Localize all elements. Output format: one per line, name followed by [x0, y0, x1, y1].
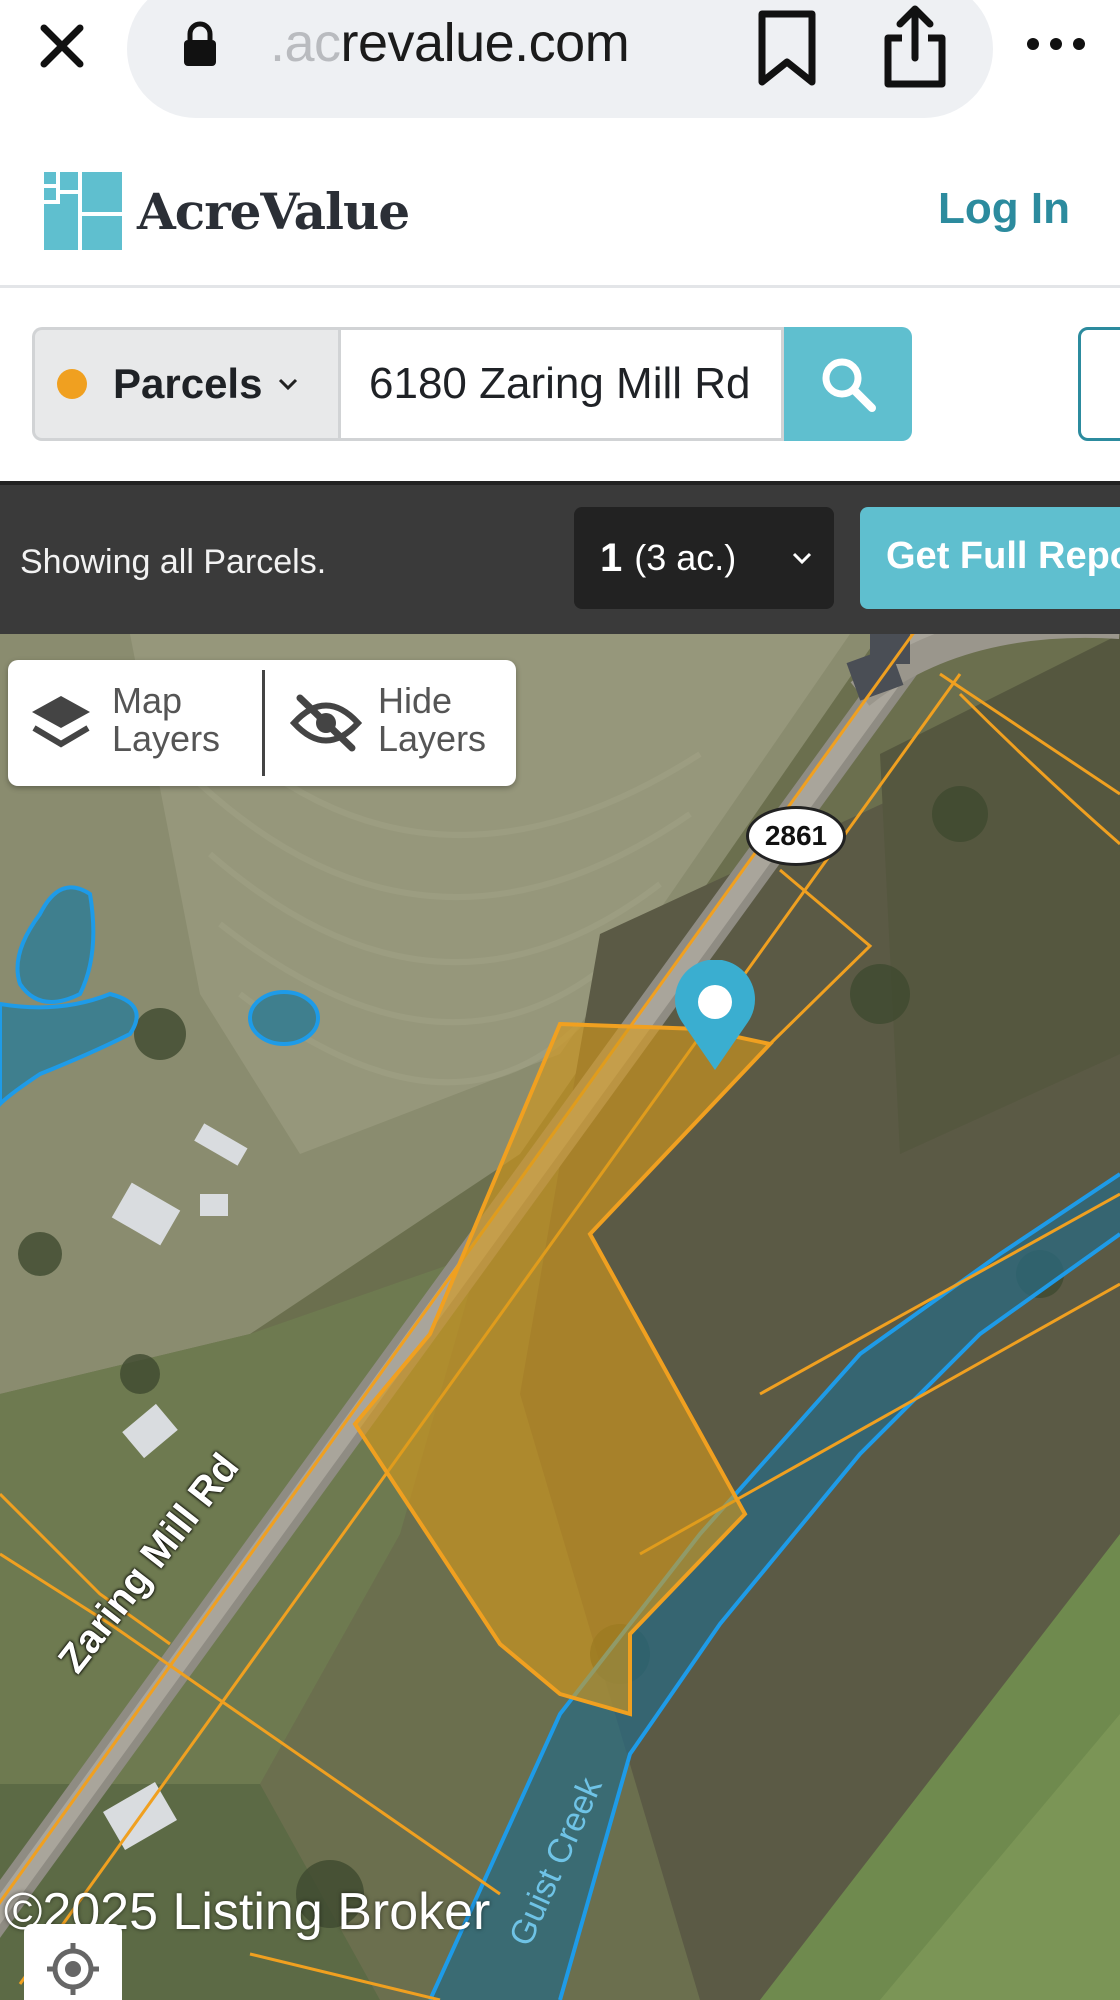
map-layers-label: Map Layers	[112, 682, 220, 758]
route-badge: 2861	[746, 806, 846, 866]
acrevalue-logo-icon[interactable]	[44, 172, 122, 250]
filter-button[interactable]	[1078, 327, 1120, 441]
hide-layers-label: Hide Layers	[378, 682, 486, 758]
hide-layers-label-line1: Hide	[378, 680, 453, 721]
layer-select[interactable]: Parcels	[32, 327, 338, 441]
get-full-report-button[interactable]: Get Full Report	[860, 507, 1120, 609]
layers-panel: Map Layers Hide Layers	[8, 660, 516, 786]
chevron-down-icon	[792, 552, 812, 565]
search-button[interactable]	[784, 327, 912, 441]
parcel-acres: (3 ac.)	[634, 537, 737, 578]
share-icon[interactable]	[880, 4, 950, 88]
parcel-count: 1	[600, 535, 623, 580]
layer-select-label: Parcels	[113, 360, 263, 407]
logo-text[interactable]: AcreValue	[137, 182, 410, 241]
parcel-count-select[interactable]: 1 (3 ac.)	[574, 507, 834, 609]
more-options-icon[interactable]	[1025, 22, 1087, 66]
login-link[interactable]: Log In	[938, 184, 1070, 234]
search-bar: Parcels	[0, 291, 1120, 481]
hide-layers-button[interactable]: Hide Layers	[270, 660, 516, 786]
crosshair-icon	[47, 1943, 99, 1995]
close-icon	[40, 24, 84, 68]
parcels-dot-icon	[57, 369, 87, 399]
page: .acrevalue.com AcreValue Log In Parcels …	[0, 0, 1120, 2000]
satellite-map[interactable]: Map Layers Hide Layers 2861 Zaring Mill …	[0, 634, 1120, 2000]
hide-layers-label-line2: Layers	[378, 718, 487, 759]
eye-slash-icon	[290, 694, 362, 752]
results-bar: Showing all Parcels. 1 (3 ac.) Get Full …	[0, 481, 1120, 634]
close-button[interactable]	[30, 14, 94, 78]
bookmark-icon[interactable]	[752, 10, 822, 86]
app-header: AcreValue Log In	[0, 120, 1120, 288]
chevron-down-icon	[279, 378, 298, 391]
search-icon	[822, 358, 876, 412]
map-layers-label-line2: Layers	[112, 718, 221, 759]
location-pin-icon[interactable]	[672, 960, 758, 1072]
get-full-report-label: Get Full Report	[886, 535, 1120, 577]
layers-icon	[32, 696, 90, 748]
lock-icon	[184, 21, 216, 66]
results-status: Showing all Parcels.	[20, 543, 327, 581]
search-input[interactable]	[338, 327, 784, 441]
url-text: .acrevalue.com	[270, 13, 630, 73]
locate-me-button[interactable]	[24, 1924, 122, 2000]
panel-divider	[262, 670, 265, 776]
browser-toolbar: .acrevalue.com	[0, 0, 1120, 120]
map-canvas[interactable]	[0, 634, 1120, 2000]
map-layers-button[interactable]: Map Layers	[8, 660, 262, 786]
map-layers-label-line1: Map	[112, 680, 183, 721]
